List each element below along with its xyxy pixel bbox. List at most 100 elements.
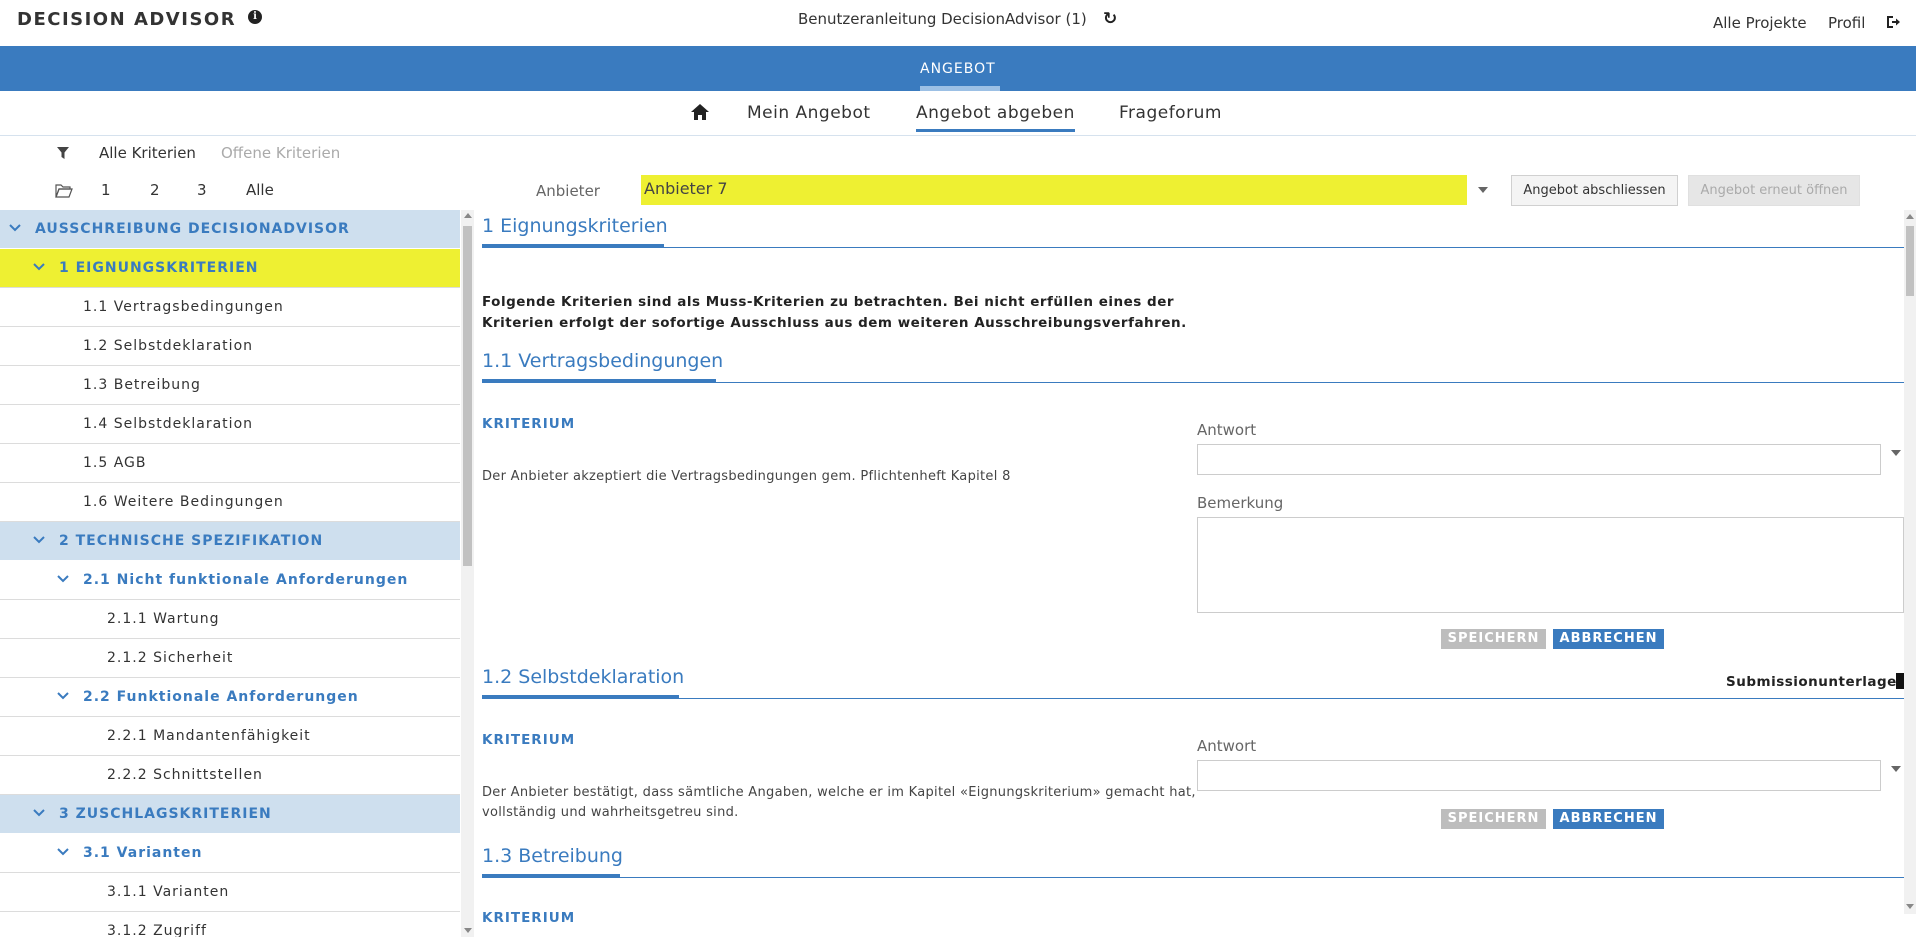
section-divider <box>482 877 1904 878</box>
tree-scrollbar[interactable] <box>461 210 474 937</box>
section-title-1-3: 1.3 Betreibung <box>482 845 623 867</box>
tree-item-label: 1.4 Selbstdeklaration <box>83 416 254 432</box>
section-title-1-2: 1.2 Selbstdeklaration <box>482 666 685 688</box>
tree-item-label: AUSSCHREIBUNG DECISIONADVISOR <box>35 221 350 237</box>
tree-item[interactable]: 1.5 AGB <box>0 444 460 483</box>
tree-item-label: 1.3 Betreibung <box>83 377 201 393</box>
level-all[interactable]: Alle <box>246 181 274 199</box>
intro-text: Folgende Kriterien sind als Muss-Kriteri… <box>482 294 1187 331</box>
criterion-text: Der Anbieter akzeptiert die Vertragsbedi… <box>482 469 1011 484</box>
tree-item[interactable]: 3.1.2 Zugriff <box>0 912 460 937</box>
tree-item[interactable]: 2 TECHNISCHE SPEZIFIKATION <box>0 522 460 561</box>
tree-item-label: 2 TECHNISCHE SPEZIFIKATION <box>59 533 324 549</box>
scroll-thumb[interactable] <box>463 226 472 566</box>
brand-logo[interactable]: DECISION ADVISOR <box>17 9 236 30</box>
all-projects-link[interactable]: Alle Projekte <box>1713 14 1807 32</box>
tree-item[interactable]: 2.1.1 Wartung <box>0 600 460 639</box>
tree-item[interactable]: AUSSCHREIBUNG DECISIONADVISOR <box>0 210 460 249</box>
answer-select[interactable] <box>1197 760 1881 791</box>
chevron-down-icon[interactable] <box>57 846 69 858</box>
tree-item-label: 2.2 Funktionale Anforderungen <box>83 689 359 705</box>
criterion-label: KRITERIUM <box>482 732 576 748</box>
sub-navigation: Mein Angebot Angebot abgeben Frageforum <box>0 91 1916 136</box>
top-bar: DECISION ADVISOR i Benutzeranleitung Dec… <box>0 0 1916 46</box>
chevron-down-icon[interactable] <box>57 573 69 585</box>
tree-item[interactable]: 3.1.1 Varianten <box>0 873 460 912</box>
home-icon[interactable] <box>690 103 710 121</box>
level-1[interactable]: 1 <box>101 181 111 199</box>
tree-item[interactable]: 2.1 Nicht funktionale Anforderungen <box>0 561 460 600</box>
tree-item-label: 2.1.1 Wartung <box>107 611 220 627</box>
chevron-down-icon[interactable] <box>1891 450 1901 456</box>
tree-item[interactable]: 3.1 Varianten <box>0 834 460 873</box>
anbieter-select[interactable]: Anbieter 7 <box>641 175 1467 205</box>
scroll-up-icon[interactable] <box>1906 214 1914 219</box>
subnav-angebot-abgeben[interactable]: Angebot abgeben <box>916 103 1075 132</box>
tree-item[interactable]: 2.1.2 Sicherheit <box>0 639 460 678</box>
folder-open-icon[interactable] <box>55 184 73 198</box>
logout-icon[interactable] <box>1885 14 1901 30</box>
document-icon[interactable] <box>1896 673 1904 689</box>
criterion-label: KRITERIUM <box>482 910 576 926</box>
chevron-down-icon[interactable] <box>33 807 45 819</box>
tree-item[interactable]: 1.2 Selbstdeklaration <box>0 327 460 366</box>
chevron-down-icon[interactable] <box>9 222 21 234</box>
section-divider <box>482 698 1904 699</box>
tree-item-label: 2.1 Nicht funktionale Anforderungen <box>83 572 409 588</box>
scroll-down-icon[interactable] <box>1906 904 1914 909</box>
project-title: Benutzeranleitung DecisionAdvisor (1) <box>798 10 1087 28</box>
tree-item-label: 1 EIGNUNGSKRITERIEN <box>59 260 259 276</box>
tree-item[interactable]: 3 ZUSCHLAGSKRITERIEN <box>0 795 460 834</box>
cancel-button[interactable]: ABBRECHEN <box>1553 809 1664 829</box>
scroll-up-icon[interactable] <box>464 213 472 218</box>
subnav-mein-angebot[interactable]: Mein Angebot <box>747 103 871 123</box>
answer-select[interactable] <box>1197 444 1881 475</box>
chevron-down-icon[interactable] <box>57 690 69 702</box>
tree-item[interactable]: 1.3 Betreibung <box>0 366 460 405</box>
scroll-thumb[interactable] <box>1906 226 1914 296</box>
submission-documents-link[interactable]: Submissionunterlagen <box>1726 674 1904 690</box>
content-scrollbar[interactable] <box>1904 210 1916 914</box>
info-icon[interactable]: i <box>248 10 262 24</box>
filter-open-criteria[interactable]: Offene Kriterien <box>221 144 340 162</box>
tree-item-label: 1.2 Selbstdeklaration <box>83 338 254 354</box>
filter-all-criteria[interactable]: Alle Kriterien <box>99 144 196 162</box>
close-offer-button[interactable]: Angebot abschliessen <box>1511 175 1678 206</box>
tree-item[interactable]: 1 EIGNUNGSKRITERIEN <box>0 249 460 288</box>
profile-link[interactable]: Profil <box>1828 14 1865 32</box>
tab-angebot[interactable]: ANGEBOT <box>920 61 996 77</box>
remark-textarea[interactable] <box>1197 517 1904 613</box>
cancel-button[interactable]: ABBRECHEN <box>1553 629 1664 649</box>
tree-item-label: 3.1.1 Varianten <box>107 884 230 900</box>
tree-item[interactable]: 1.1 Vertragsbedingungen <box>0 288 460 327</box>
subnav-frageforum[interactable]: Frageforum <box>1119 103 1222 123</box>
tree-item[interactable]: 2.2.2 Schnittstellen <box>0 756 460 795</box>
refresh-icon[interactable]: ↻ <box>1103 9 1117 29</box>
section-divider <box>482 247 1904 248</box>
criteria-tree: AUSSCHREIBUNG DECISIONADVISOR 1 EIGNUNGSK… <box>0 210 460 937</box>
level-3[interactable]: 3 <box>197 181 207 199</box>
tree-item-label: 3.1 Varianten <box>83 845 203 861</box>
criterion-text: Der Anbieter bestätigt, dass sämtliche A… <box>482 785 1196 820</box>
remark-label: Bemerkung <box>1197 494 1284 512</box>
reopen-offer-button[interactable]: Angebot erneut öffnen <box>1688 175 1860 206</box>
chevron-down-icon[interactable] <box>33 261 45 273</box>
save-button[interactable]: SPEICHERN <box>1441 809 1546 829</box>
filter-icon[interactable] <box>57 147 69 159</box>
section-divider <box>482 382 1904 383</box>
level-2[interactable]: 2 <box>150 181 160 199</box>
tree-item[interactable]: 2.2 Funktionale Anforderungen <box>0 678 460 717</box>
tree-item-label: 1.5 AGB <box>83 455 147 471</box>
tree-item[interactable]: 1.6 Weitere Bedingungen <box>0 483 460 522</box>
main-tab-bar: ANGEBOT <box>0 46 1916 91</box>
save-button[interactable]: SPEICHERN <box>1441 629 1546 649</box>
tree-item[interactable]: 1.4 Selbstdeklaration <box>0 405 460 444</box>
chevron-down-icon[interactable] <box>1891 766 1901 772</box>
tree-item[interactable]: 2.2.1 Mandantenfähigkeit <box>0 717 460 756</box>
chevron-down-icon[interactable] <box>1478 187 1488 193</box>
tree-item-label: 1.6 Weitere Bedingungen <box>83 494 284 510</box>
scroll-down-icon[interactable] <box>464 928 472 933</box>
chevron-down-icon[interactable] <box>33 534 45 546</box>
tree-item-label: 2.2.1 Mandantenfähigkeit <box>107 728 311 744</box>
tree-item-label: 3 ZUSCHLAGSKRITERIEN <box>59 806 272 822</box>
